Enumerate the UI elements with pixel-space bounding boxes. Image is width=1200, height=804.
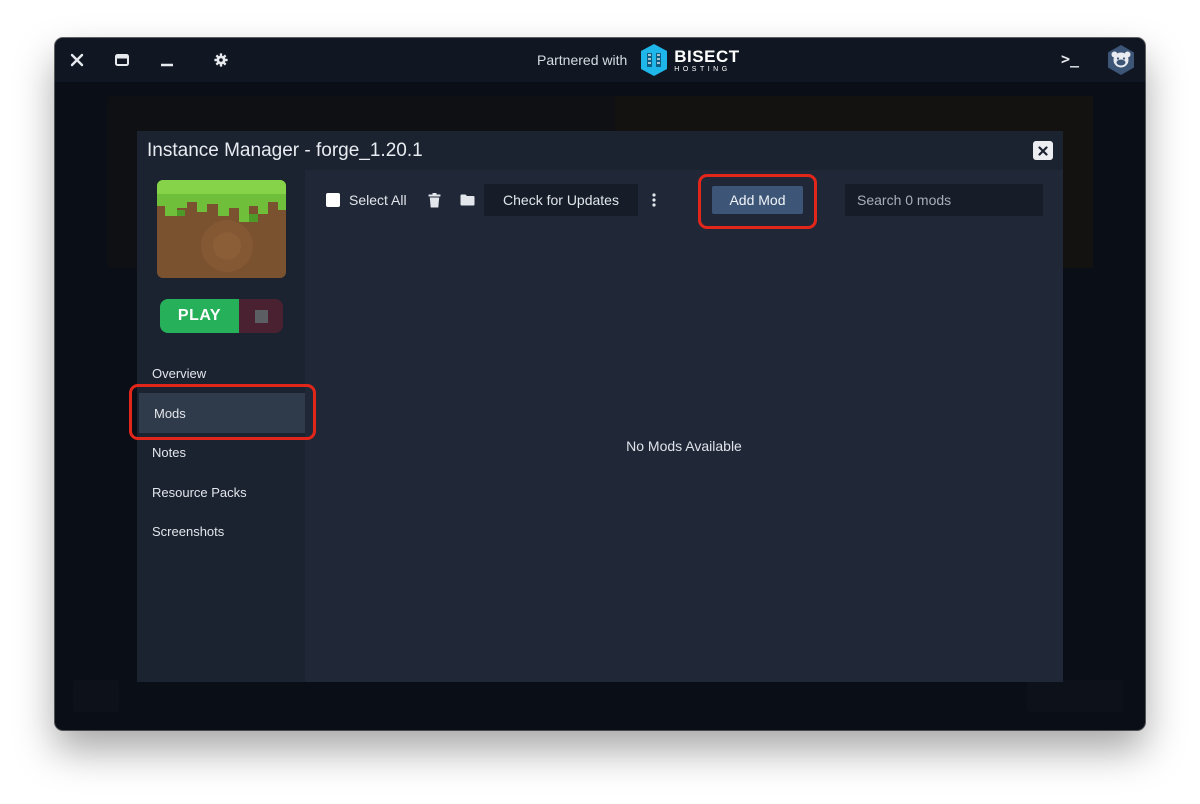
close-icon[interactable] [67,50,87,70]
bisect-logo-icon [641,44,668,76]
bisect-brand-name: BISECT [674,46,740,66]
play-controls: PLAY [160,299,283,333]
mods-toolbar: Select All Check for Updates Add Mod [305,184,1063,216]
dialog-sidebar: PLAY Overview Mods Notes Resource Packs … [137,170,305,682]
close-icon[interactable] [1033,141,1053,160]
title-bar: Partnered with BISECT HOSTING >_ [55,38,1145,82]
stop-button[interactable] [239,299,283,333]
trash-icon[interactable] [426,192,442,208]
add-mod-button[interactable]: Add Mod [712,186,803,214]
play-button[interactable]: PLAY [160,299,239,333]
sidebar-item-notes[interactable]: Notes [137,432,305,472]
select-all-checkbox[interactable] [326,193,340,207]
select-all-label[interactable]: Select All [349,192,407,208]
gear-icon[interactable] [211,50,231,70]
bisect-brand-sub: HOSTING [674,65,731,73]
empty-state-message: No Mods Available [626,438,742,454]
app-window: Partnered with BISECT HOSTING >_ Instanc… [55,38,1145,730]
sidebar-item-screenshots[interactable]: Screenshots [137,511,305,551]
sidebar-item-resource-packs[interactable]: Resource Packs [137,472,305,512]
window-icon[interactable] [112,50,132,70]
more-vertical-icon[interactable] [650,192,658,208]
instance-thumbnail [157,180,286,278]
check-for-updates-button[interactable]: Check for Updates [484,184,638,216]
terminal-icon[interactable]: >_ [1061,50,1079,68]
partner-banner[interactable]: Partnered with BISECT HOSTING [537,44,740,76]
dialog-title: Instance Manager - forge_1.20.1 [147,140,423,161]
partner-text: Partnered with [537,52,628,68]
search-mods-input[interactable] [845,184,1043,216]
mods-panel: Select All Check for Updates Add Mod No … [305,170,1063,682]
dialog-header: Instance Manager - forge_1.20.1 [137,131,1063,170]
sidebar-item-mods[interactable]: Mods [139,393,305,433]
folder-icon[interactable] [459,192,475,208]
bisect-hosting-logo: BISECT HOSTING [639,43,739,77]
stop-icon [254,309,268,323]
minimize-icon[interactable] [157,50,177,70]
instance-manager-dialog: Instance Manager - forge_1.20.1 PLAY Ove… [137,131,1063,682]
sidebar-item-overview[interactable]: Overview [137,353,305,393]
account-icon[interactable] [1105,44,1137,76]
